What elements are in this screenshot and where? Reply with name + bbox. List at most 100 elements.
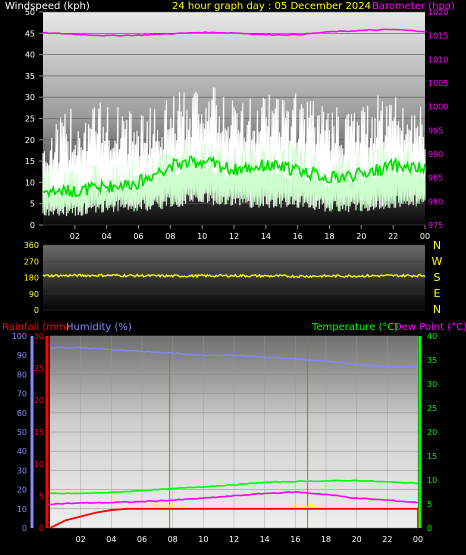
rain-humidity-temp-time-ticks: 02 04 06 08 10 12 14 16 18 20 22 00: [76, 535, 424, 544]
barometer-axis-ticks: 97598098599099510001005101010151020: [428, 8, 448, 230]
wind-time-tick-4: 10: [197, 232, 207, 241]
barometer-tick-1: 980: [428, 197, 443, 206]
windspeed-tick-4: 20: [25, 136, 35, 145]
humidity-tick-2: 20: [17, 486, 27, 495]
rainfall-tick-4: 20: [34, 396, 44, 405]
temperature-tick-1: 5: [427, 500, 432, 509]
windspeed-tick-1: 5: [30, 200, 35, 209]
direction-tick-3: 270: [24, 257, 39, 266]
direction-tick-0: 0: [34, 306, 39, 315]
direction-tick-2: 180: [24, 274, 39, 283]
rainfall-axis-ticks: 0 5 10 15 20 25 30: [34, 332, 44, 533]
rain-humidity-temp-panel: SunRise SunSet 0102030405060708090100 051…: [2, 322, 466, 544]
humidity-tick-9: 90: [17, 351, 27, 360]
time-tick-5: 12: [229, 535, 239, 544]
temperature-tick-0: 0: [427, 524, 432, 533]
humidity-tick-8: 80: [17, 370, 27, 379]
barometer-axis-label: Barometer (hpa): [372, 1, 455, 12]
windspeed-tick-7: 35: [25, 72, 35, 81]
windspeed-axis-ticks: 05101520253035404550: [25, 8, 43, 230]
humidity-axis-ticks: 0 10 20 30 40 50 60 70 80 90 100: [12, 332, 27, 533]
time-tick-8: 18: [321, 535, 331, 544]
windspeed-axis-label: Windspeed (kph): [5, 1, 90, 12]
temperature-axis-ticks: 0 5 10 15 20 25 30 35 40: [427, 332, 437, 533]
annotation-label-0: SunRise: [154, 503, 186, 512]
time-tick-6: 14: [260, 535, 270, 544]
temperature-tick-8: 40: [427, 332, 437, 341]
wind-time-tick-7: 16: [293, 232, 303, 241]
direction-tick-4: 360: [24, 241, 39, 250]
barometer-tick-2: 985: [428, 174, 443, 183]
wind-time-tick-6: 14: [261, 232, 271, 241]
temperature-tick-6: 30: [427, 380, 437, 389]
legend-temperature: Temperature (°C): [311, 322, 398, 333]
time-tick-7: 16: [290, 535, 300, 544]
temperature-tick-3: 15: [427, 452, 437, 461]
windspeed-tick-9: 45: [25, 29, 35, 38]
windspeed-tick-5: 25: [25, 115, 35, 124]
legend-humidity: Humidity (%): [66, 322, 132, 333]
annotation-label-1: SunSet: [293, 503, 321, 512]
wind-time-tick-5: 12: [229, 232, 239, 241]
temperature-tick-2: 10: [427, 476, 437, 485]
time-tick-11: 00: [413, 535, 423, 544]
time-tick-0: 02: [76, 535, 86, 544]
time-tick-3: 08: [168, 535, 178, 544]
rainfall-tick-5: 25: [34, 364, 44, 373]
time-tick-4: 10: [198, 535, 208, 544]
windspeed-tick-2: 10: [25, 178, 35, 187]
humidity-tick-4: 40: [17, 447, 27, 456]
rainfall-tick-1: 5: [39, 492, 44, 501]
barometer-tick-5: 1000: [428, 103, 448, 112]
compass-label-2: S: [434, 271, 441, 284]
wind-time-tick-11: 00: [420, 232, 430, 241]
humidity-tick-6: 60: [17, 409, 27, 418]
barometer-tick-8: 1015: [428, 32, 448, 41]
compass-label-4: N: [433, 303, 441, 316]
compass-labels: NWSEN: [432, 239, 443, 316]
weather-graph-canvas: 05101520253035404550 9759809859909951000…: [2, 1, 466, 544]
humidity-tick-3: 30: [17, 466, 27, 475]
wind-time-tick-1: 04: [102, 232, 112, 241]
wind-direction-panel: 090180270360 NWSEN: [24, 239, 443, 316]
time-tick-1: 04: [106, 535, 116, 544]
humidity-tick-5: 50: [17, 428, 27, 437]
wind-time-tick-8: 18: [324, 232, 334, 241]
humidity-tick-1: 10: [17, 505, 27, 514]
time-tick-2: 06: [137, 535, 147, 544]
rainfall-tick-6: 30: [34, 332, 44, 341]
direction-tick-1: 90: [29, 290, 39, 299]
wind-baro-time-ticks: 02 04 06 08 10 12 14 16 18 20 22 00: [70, 225, 430, 241]
temperature-tick-4: 20: [427, 428, 437, 437]
humidity-tick-7: 70: [17, 390, 27, 399]
wind-time-tick-0: 02: [70, 232, 80, 241]
rainfall-tick-0: 0: [39, 524, 44, 533]
windspeed-tick-6: 30: [25, 93, 35, 102]
barometer-tick-7: 1010: [428, 55, 448, 64]
wind-time-tick-10: 22: [388, 232, 398, 241]
barometer-tick-4: 995: [428, 126, 443, 135]
wind-direction-axis-ticks: 0 90 180 270 360: [24, 241, 39, 315]
time-tick-10: 22: [382, 535, 392, 544]
compass-label-3: E: [434, 287, 441, 300]
compass-label-1: W: [432, 255, 443, 268]
humidity-tick-10: 100: [12, 332, 27, 341]
wind-time-tick-3: 08: [165, 232, 175, 241]
temperature-tick-7: 35: [427, 356, 437, 365]
legend-rainfall: Rainfall (mm): [2, 322, 70, 333]
windspeed-tick-8: 40: [25, 51, 35, 60]
wind-baro-panel: 05101520253035404550 9759809859909951000…: [5, 1, 455, 241]
time-tick-9: 20: [352, 535, 362, 544]
rainfall-tick-2: 10: [34, 460, 44, 469]
barometer-tick-0: 975: [428, 221, 443, 230]
barometer-tick-3: 990: [428, 150, 443, 159]
chart-title: 24 hour graph day : 05 December 2024: [172, 1, 371, 12]
compass-label-0: N: [433, 239, 441, 252]
wind-time-tick-9: 20: [356, 232, 366, 241]
windspeed-tick-3: 15: [25, 157, 35, 166]
windspeed-tick-0: 0: [30, 221, 35, 230]
humidity-tick-0: 0: [22, 524, 27, 533]
barometer-tick-6: 1005: [428, 79, 448, 88]
legend-dewpoint: Dew Point (°C): [394, 322, 466, 333]
rainfall-tick-3: 15: [34, 428, 44, 437]
